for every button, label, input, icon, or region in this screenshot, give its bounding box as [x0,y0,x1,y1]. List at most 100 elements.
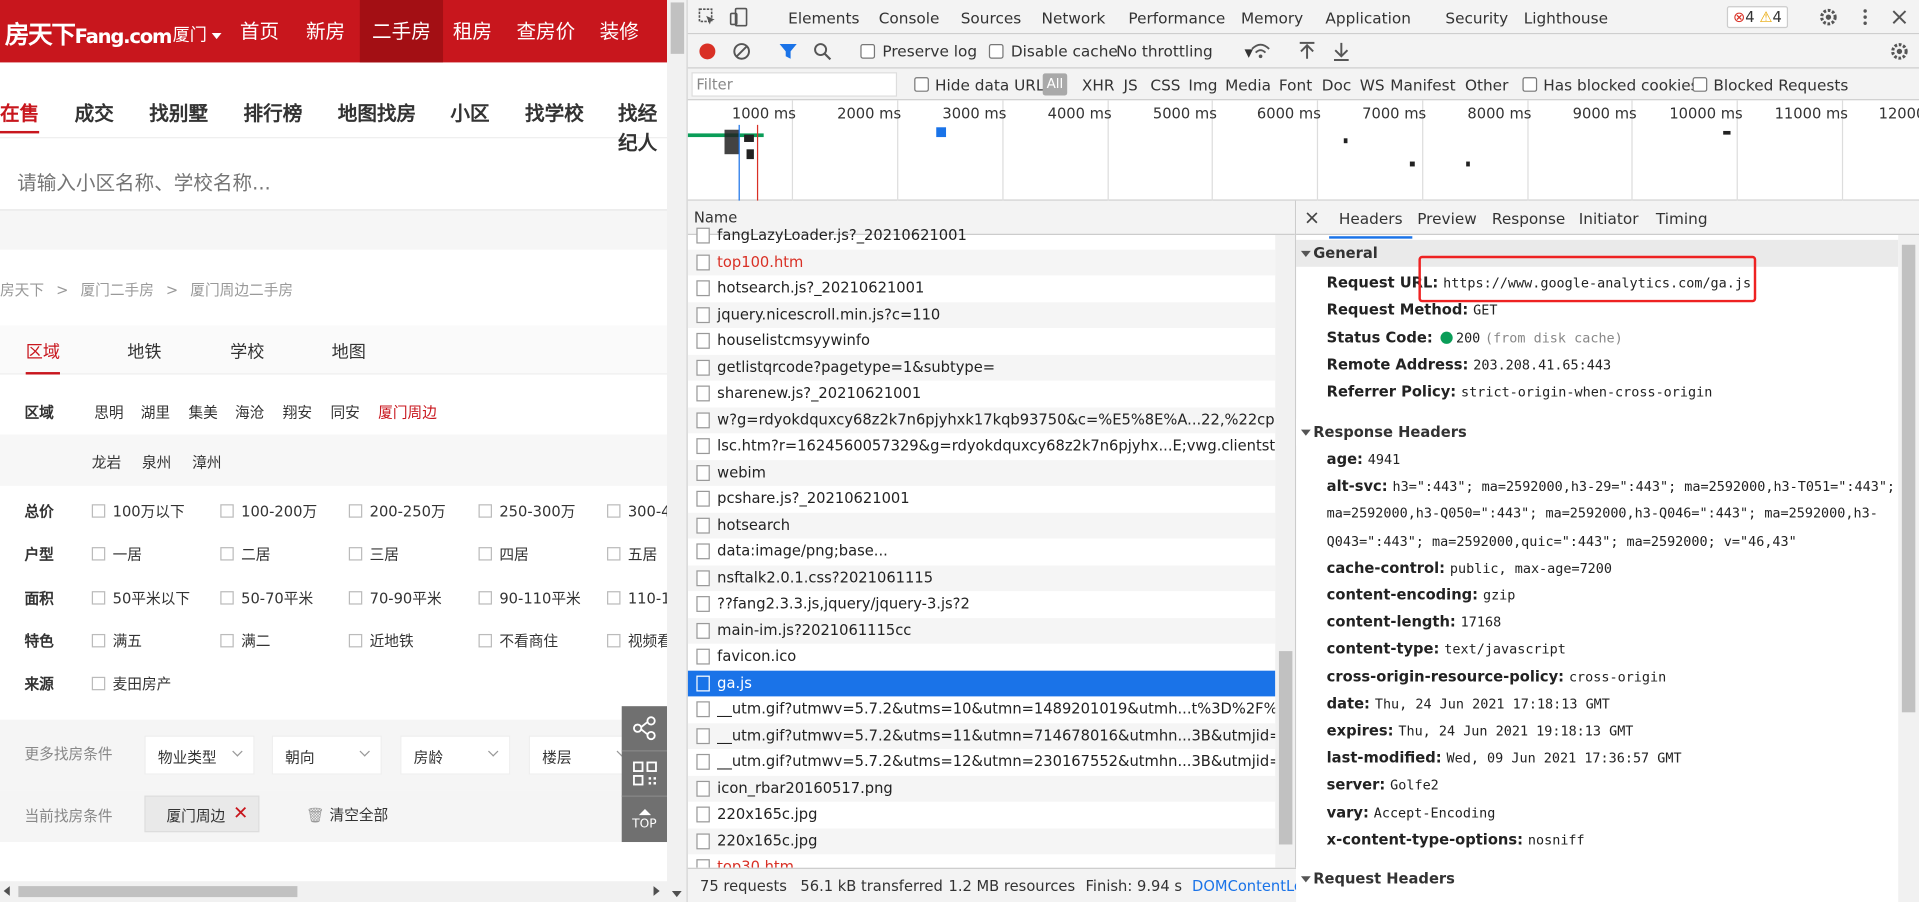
checkbox[interactable] [220,633,234,648]
more-vertical-icon[interactable] [1855,7,1875,27]
request-row[interactable]: icon_rbar20160517.png [687,775,1276,802]
disable-cache-checkbox[interactable] [988,44,1004,59]
tab-security[interactable]: Security [1445,9,1508,27]
preserve-log-checkbox[interactable] [860,44,876,59]
back-to-top-button[interactable]: TOP [622,797,667,842]
search-icon[interactable] [813,42,833,62]
topnav-rent[interactable]: 租房 [443,0,502,62]
topnav-secondhand[interactable]: 二手房 [359,0,444,63]
checkbox[interactable] [91,633,106,648]
checkbox[interactable] [607,591,621,605]
checkbox[interactable] [220,504,234,518]
subnav-ranking[interactable]: 排行榜 [244,97,303,126]
dropdown-property-type[interactable]: 物业类型 [144,735,255,775]
network-settings-icon[interactable] [1890,42,1910,62]
filter-ws[interactable]: WS [1360,76,1385,94]
request-row[interactable]: data:image/png;base... [688,539,1275,565]
checkbox[interactable] [91,504,106,518]
checkbox[interactable] [348,504,363,518]
page-vertical-scrollbar[interactable] [666,0,688,902]
area-option[interactable]: 50-70平米 [241,587,313,608]
filter-icon[interactable] [778,42,798,62]
layout-option[interactable]: 二居 [241,543,270,564]
scroll-down-icon[interactable] [671,890,682,898]
filter-css[interactable]: CSS [1150,76,1180,94]
checkbox[interactable] [607,547,621,561]
filter-other[interactable]: Other [1465,76,1508,94]
region-option-selected[interactable]: 厦门周边 [378,401,437,422]
checkbox[interactable] [348,591,363,605]
close-icon[interactable] [1306,212,1318,224]
area-option[interactable]: 70-90平米 [370,587,442,608]
tab-response[interactable]: Response [1492,209,1565,227]
tab-network[interactable]: Network [1034,9,1114,38]
request-row[interactable]: w?g=rdyokdquxcy68z2k7n6pjyhxk17kqb93750&… [687,406,1276,434]
network-overview-timeline[interactable]: 1000 ms 2000 ms 3000 ms 4000 ms 5000 ms … [687,100,1919,201]
checkbox[interactable] [91,591,106,605]
feature-option[interactable]: 满二 [241,630,270,651]
horizontal-scrollbar[interactable] [0,881,667,902]
scroll-right-icon[interactable] [653,886,660,896]
scroll-left-icon[interactable] [3,886,10,896]
subnav-school[interactable]: 找学校 [525,97,584,126]
price-option[interactable]: 250-300万 [499,501,575,522]
layout-option[interactable]: 四居 [499,543,528,564]
layout-option[interactable]: 三居 [370,543,399,564]
topnav-decor[interactable]: 装修家居 [590,0,667,106]
checkbox[interactable] [607,633,621,648]
subnav-onsale[interactable]: 在售 [0,97,40,134]
share-button[interactable] [621,706,667,752]
tab-subway[interactable]: 地铁 [127,339,161,363]
request-row[interactable]: top100.htm [687,249,1276,276]
filter-xhr[interactable]: XHR [1082,76,1115,94]
tab-timing[interactable]: Timing [1656,209,1708,227]
subnav-villa[interactable]: 找别墅 [149,97,208,126]
clear-icon[interactable] [732,42,752,62]
request-row[interactable]: ??fang2.3.3.js,jquery/jquery-3.js?2 [688,591,1275,617]
request-row[interactable]: lsc.htm?r=1624560057329&g=rdyokdquxcy68z… [688,433,1275,459]
region-option[interactable]: 集美 [188,401,217,422]
price-option[interactable]: 300-400万 [628,501,667,522]
request-row[interactable]: __utm.gif?utmwv=5.7.2&utms=12&utmn=23016… [688,749,1275,775]
subnav-agent[interactable]: 找经纪人 [618,97,667,156]
request-row[interactable]: nsftalk2.0.1.css?2021061115 [687,564,1276,592]
checkbox[interactable] [91,676,106,691]
feature-option[interactable]: 满五 [113,630,142,651]
response-headers-section[interactable]: Response Headers [1296,418,1899,446]
breadcrumb-home[interactable]: 房天下 [0,281,44,298]
area-option[interactable]: 50平米以下 [113,587,190,608]
filter-input[interactable]: Filter [691,72,898,97]
request-row[interactable]: fangLazyLoader.js?_20210621001 [688,223,1275,249]
request-row[interactable]: getlistqrcode?pagetype=1&subtype= [687,354,1276,381]
feature-option[interactable]: 近地铁 [370,630,414,651]
checkbox[interactable] [220,547,234,561]
topnav-price[interactable]: 查房价 [507,0,585,62]
gear-icon[interactable] [1819,7,1839,27]
throttling-select[interactable]: No throttling ▼ [1116,42,1253,60]
tab-lighthouse[interactable]: Lighthouse [1524,9,1608,27]
breadcrumb-city[interactable]: 厦门二手房 [80,281,153,298]
filter-font[interactable]: Font [1279,76,1312,94]
tab-elements[interactable]: Elements [788,9,859,27]
subregion-option[interactable]: 龙岩 [92,452,121,473]
request-row[interactable]: 220x165c.jpg [687,827,1276,855]
request-list-scrollbar[interactable] [1275,234,1295,868]
tab-console[interactable]: Console [879,9,940,27]
region-option[interactable]: 翔安 [283,401,312,422]
subnav-map[interactable]: 地图找房 [338,97,416,126]
request-row[interactable]: favicon.ico [688,644,1275,670]
request-row[interactable]: pcshare.js?_20210621001 [688,486,1275,512]
request-row[interactable]: __utm.gif?utmwv=5.7.2&utms=10&utmn=14892… [688,696,1275,722]
request-row[interactable]: hotsearch [687,512,1276,539]
tab-performance[interactable]: Performance [1128,9,1225,27]
tab-sources[interactable]: Sources [961,9,1022,27]
topnav-new[interactable]: 新房 [296,0,355,62]
checkbox[interactable] [348,547,363,561]
request-row[interactable]: __utm.gif?utmwv=5.7.2&utms=11&utmn=71467… [687,722,1276,750]
checkbox[interactable] [607,504,621,518]
network-conditions-icon[interactable] [1251,42,1271,62]
filter-media[interactable]: Media [1225,76,1271,94]
tab-initiator[interactable]: Initiator [1579,209,1639,227]
clear-all-button[interactable]: 🗑 清空全部 [306,804,388,825]
feature-option[interactable]: 不看商住 [499,630,558,651]
